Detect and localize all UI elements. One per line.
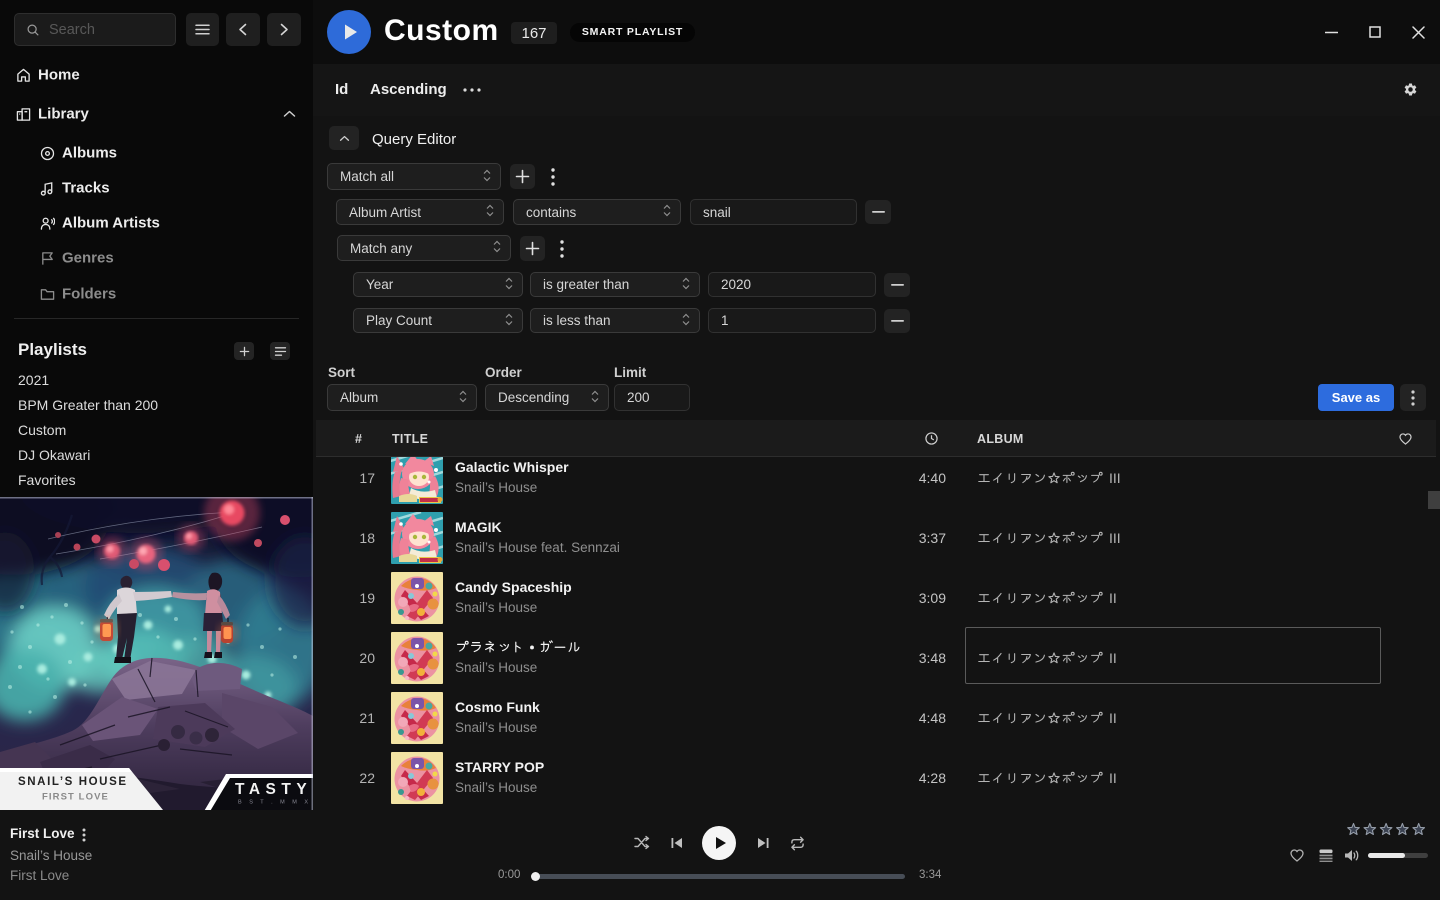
svg-text:B S T . M M X I: B S T . M M X I <box>238 800 313 806</box>
svg-text:FIRST LOVE: FIRST LOVE <box>42 792 109 803</box>
svg-text:TASTY: TASTY <box>235 781 312 798</box>
svg-text:SNAIL’S HOUSE: SNAIL’S HOUSE <box>18 776 128 788</box>
